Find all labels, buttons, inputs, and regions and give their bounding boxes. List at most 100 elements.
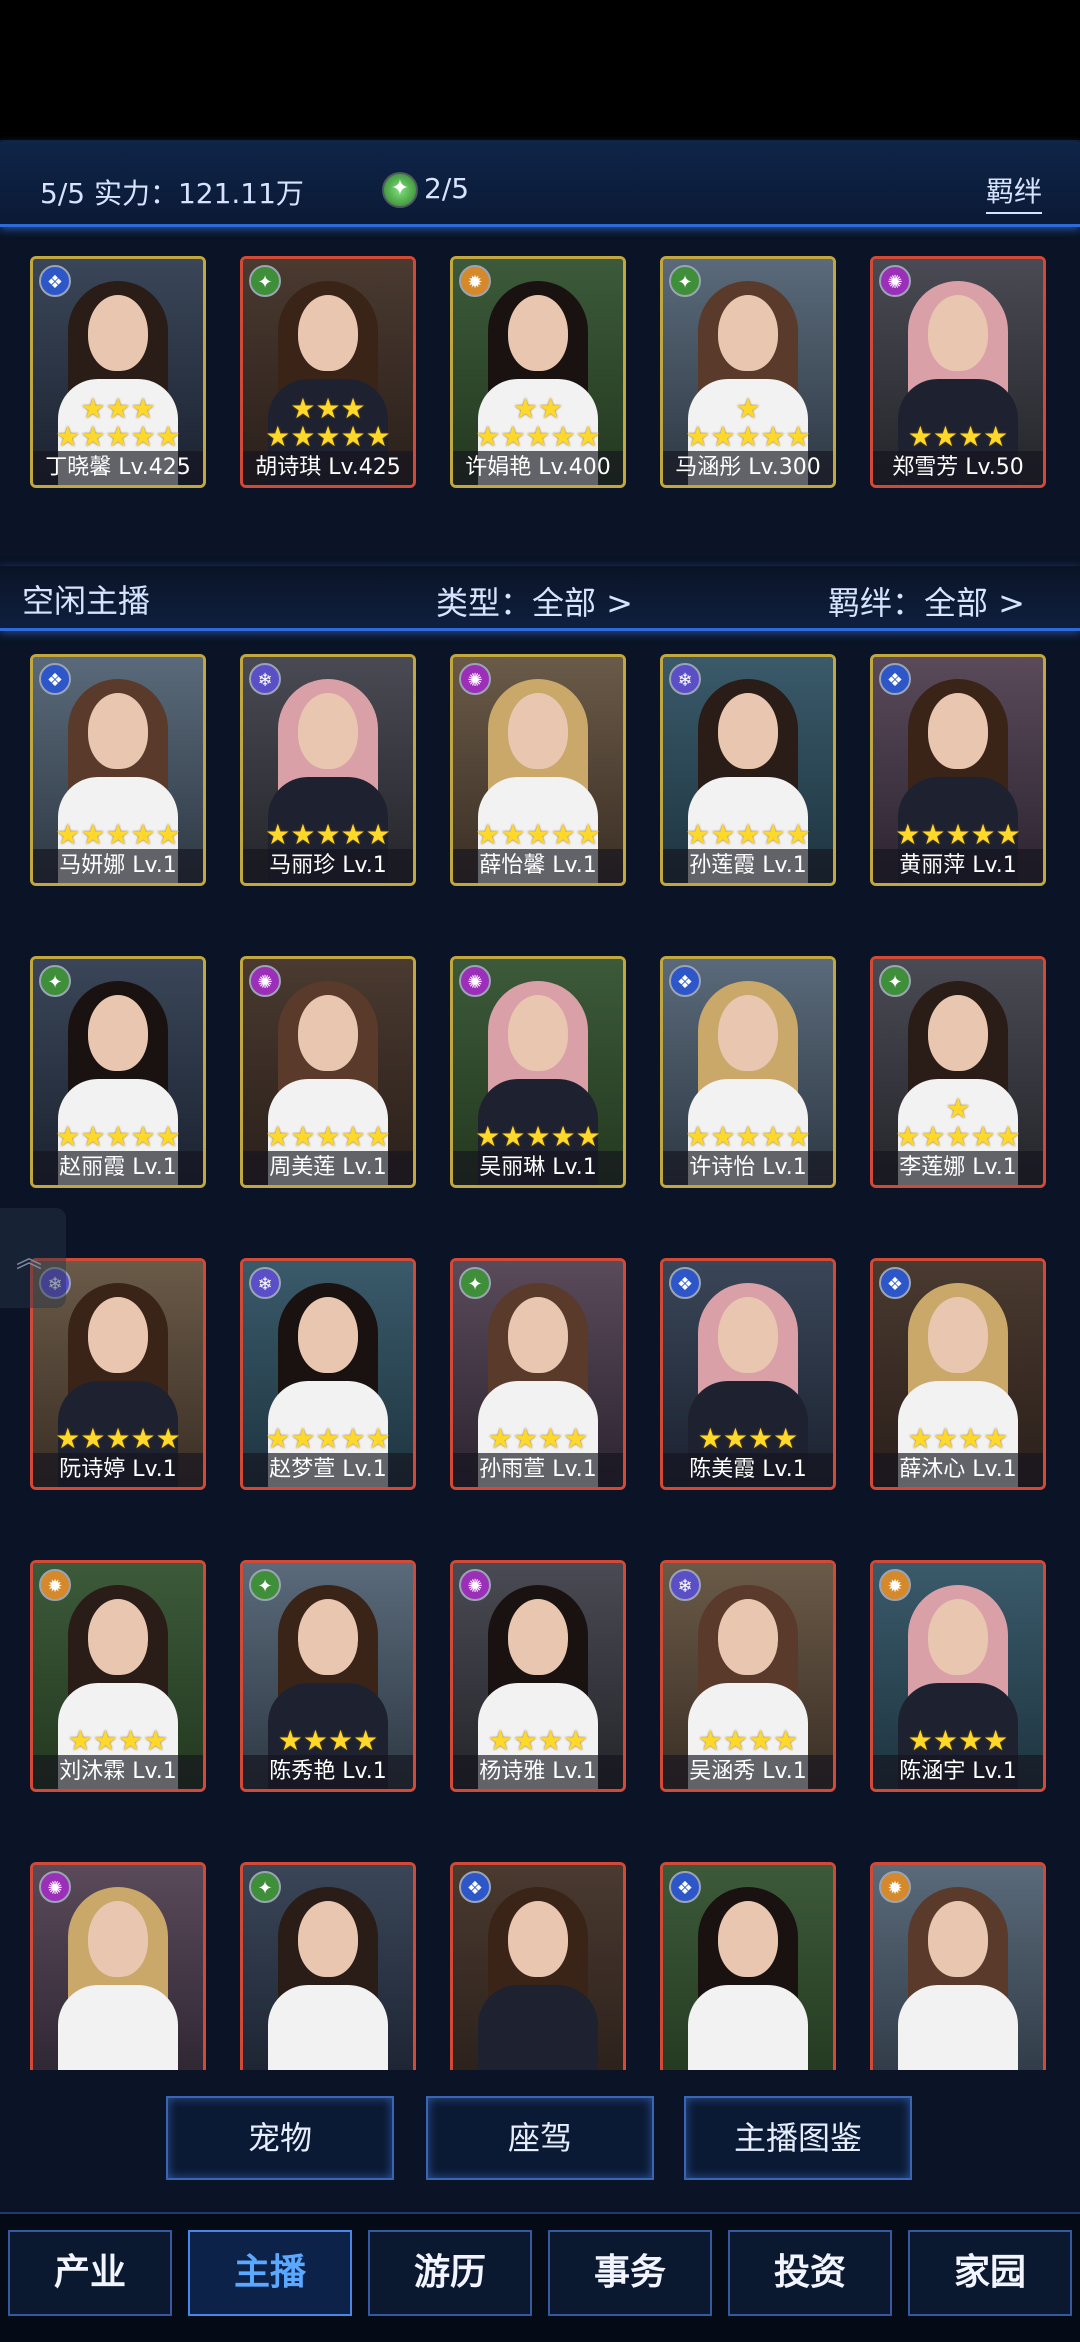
element-badge-icon: ✹	[879, 1871, 911, 1903]
idle-card[interactable]: ❄ ★★★★★ 孙莲霞 Lv.1	[660, 654, 836, 886]
idle-card[interactable]: ❖ ★★★★★ 马妍娜 Lv.1	[30, 654, 206, 886]
element-badge-icon: ❖	[39, 265, 71, 297]
star-rating: ★★★★★	[265, 1120, 391, 1153]
star-rating: ★ ★★★★★	[685, 392, 811, 453]
idle-card[interactable]: ✹ ★★★★ 陈涵宇 Lv.1	[870, 1560, 1046, 1792]
pet-button[interactable]: 宠物	[166, 2096, 394, 2180]
idle-card[interactable]: ❖ ★★★★ 陈美霞 Lv.1	[660, 1258, 836, 1490]
idle-card[interactable]: ❄ ★★★★★ 赵梦萱 Lv.1	[240, 1258, 416, 1490]
element-badge-icon: ❄	[249, 1267, 281, 1299]
team-card[interactable]: ✹ ★★ ★★★★★ 许娟艳 Lv.400	[450, 256, 626, 488]
team-card[interactable]: ✦ ★★★ ★★★★★ 胡诗琪 Lv.425	[240, 256, 416, 488]
star-rating: ★★★★	[277, 1724, 379, 1757]
element-badge-icon: ✦	[39, 965, 71, 997]
nav-affairs[interactable]: 事务	[548, 2230, 712, 2316]
bond-filter[interactable]: 羁绊：全部 >	[828, 578, 1025, 624]
star-rating: ★★★★	[67, 1724, 169, 1757]
streamer-name-level: 孙雨萱 Lv.1	[453, 1453, 623, 1487]
idle-card[interactable]: ✺	[30, 1862, 206, 2070]
element-badge-icon: ❖	[669, 1267, 701, 1299]
element-badge-icon: ✺	[39, 1871, 71, 1903]
element-badge-icon: ✺	[459, 663, 491, 695]
star-rating: ★★★★★	[55, 1422, 181, 1455]
idle-card[interactable]: ✦ ★ ★★★★★ 李莲娜 Lv.1	[870, 956, 1046, 1188]
streamer-name-level: 郑雪芳 Lv.50	[873, 451, 1043, 485]
element-badge-icon: ❖	[669, 1871, 701, 1903]
bond-button[interactable]: 羁绊	[986, 170, 1043, 214]
idle-card[interactable]: ✹ ★★★★ 刘沐霖 Lv.1	[30, 1560, 206, 1792]
chevron-up-icon: ︽	[16, 1244, 43, 1274]
idle-card[interactable]: ✺ ★★★★★ 周美莲 Lv.1	[240, 956, 416, 1188]
streamer-name-level: 吴涵秀 Lv.1	[663, 1755, 833, 1789]
star-rating: ★★★★★	[895, 818, 1021, 851]
type-filter[interactable]: 类型：全部 >	[436, 578, 633, 624]
streamer-name-level: 刘沐霖 Lv.1	[33, 1755, 203, 1789]
star-rating: ★ ★★★★★	[895, 1092, 1021, 1153]
team-card[interactable]: ❖ ★★★ ★★★★★ 丁晓馨 Lv.425	[30, 256, 206, 488]
streamer-name-level: 孙莲霞 Lv.1	[663, 849, 833, 883]
star-rating: ★★★★★	[475, 1120, 601, 1153]
idle-card[interactable]: ❄ ★★★★★ 马丽珍 Lv.1	[240, 654, 416, 886]
element-badge-icon: ❄	[249, 663, 281, 695]
team-card[interactable]: ✺ ★★★★ 郑雪芳 Lv.50	[870, 256, 1046, 488]
nav-industry[interactable]: 产业	[8, 2230, 172, 2316]
star-rating: ★★★★★	[265, 818, 391, 851]
idle-card[interactable]: ❄ ★★★★ 吴涵秀 Lv.1	[660, 1560, 836, 1792]
idle-card[interactable]: ❖ ★★★★★ 许诗怡 Lv.1	[660, 956, 836, 1188]
element-badge-icon: ❖	[879, 663, 911, 695]
element-badge-icon: ✦	[249, 1569, 281, 1601]
idle-streamer-grid: ❖ ★★★★★ 马妍娜 Lv.1 ❄ ★★★★★ 马丽珍 Lv.1 ✺ ★★★★★ 薛怡馨 Lv…	[0, 640, 1080, 2070]
idle-card[interactable]: ✦ ★★★★ 陈秀艳 Lv.1	[240, 1560, 416, 1792]
idle-card[interactable]: ❖	[450, 1862, 626, 2070]
element-badge-icon: ✺	[459, 1569, 491, 1601]
idle-card[interactable]: ✦	[240, 1862, 416, 2070]
team-card[interactable]: ✦ ★ ★★★★★ 马涵彤 Lv.300	[660, 256, 836, 488]
idle-card[interactable]: ✺ ★★★★★ 薛怡馨 Lv.1	[450, 654, 626, 886]
streamer-name-level: 李莲娜 Lv.1	[873, 1151, 1043, 1185]
nav-home[interactable]: 家园	[908, 2230, 1072, 2316]
streamer-name-level: 许诗怡 Lv.1	[663, 1151, 833, 1185]
streamer-name-level: 赵丽霞 Lv.1	[33, 1151, 203, 1185]
star-rating: ★★★★★	[685, 818, 811, 851]
element-badge-icon: ✦	[249, 265, 281, 297]
star-rating: ★★★★★	[685, 1120, 811, 1153]
idle-card[interactable]: ✦ ★★★★★ 赵丽霞 Lv.1	[30, 956, 206, 1188]
element-badge-icon: ❖	[879, 1267, 911, 1299]
idle-card[interactable]: ❖ ★★★★ 薛沐心 Lv.1	[870, 1258, 1046, 1490]
streamer-gallery-button[interactable]: 主播图鉴	[684, 2096, 912, 2180]
idle-card[interactable]: ✹	[870, 1862, 1046, 2070]
idle-card[interactable]: ✺ ★★★★ 杨诗雅 Lv.1	[450, 1560, 626, 1792]
element-badge-icon: ✦	[459, 1267, 491, 1299]
star-rating: ★★★★★	[475, 818, 601, 851]
vehicle-button[interactable]: 座驾	[426, 2096, 654, 2180]
nav-invest[interactable]: 投资	[728, 2230, 892, 2316]
idle-card[interactable]: ✦ ★★★★ 孙雨萱 Lv.1	[450, 1258, 626, 1490]
idle-card[interactable]: ❖	[660, 1862, 836, 2070]
idle-card[interactable]: ❖ ★★★★★ 黄丽萍 Lv.1	[870, 654, 1046, 886]
element-badge-icon: ✹	[459, 265, 491, 297]
side-handle[interactable]: ︽	[0, 1208, 66, 1308]
star-rating: ★★★★	[487, 1724, 589, 1757]
streamer-name-level: 吴丽琳 Lv.1	[453, 1151, 623, 1185]
star-rating: ★★★★	[697, 1422, 799, 1455]
streamer-name-level: 杨诗雅 Lv.1	[453, 1755, 623, 1789]
nav-travel[interactable]: 游历	[368, 2230, 532, 2316]
element-badge-icon: ✺	[249, 965, 281, 997]
streamer-name-level: 马妍娜 Lv.1	[33, 849, 203, 883]
streamer-name-level: 丁晓馨 Lv.425	[33, 451, 203, 485]
star-rating: ★★★★	[907, 1724, 1009, 1757]
element-badge-icon: ✦	[249, 1871, 281, 1903]
element-badge-icon: ✹	[879, 1569, 911, 1601]
idle-section-header: 空闲主播 类型：全部 > 羁绊：全部 >	[0, 566, 1080, 631]
star-rating: ★★★ ★★★★★	[55, 392, 181, 453]
streamer-name-level: 许娟艳 Lv.400	[453, 451, 623, 485]
idle-section-title: 空闲主播	[22, 582, 151, 620]
streamer-name-level: 阮诗婷 Lv.1	[33, 1453, 203, 1487]
star-rating: ★★★★★	[265, 1422, 391, 1455]
idle-card[interactable]: ✺ ★★★★★ 吴丽琳 Lv.1	[450, 956, 626, 1188]
streamer-name-level: 陈秀艳 Lv.1	[243, 1755, 413, 1789]
nav-streamer[interactable]: 主播	[188, 2230, 352, 2316]
streamer-name-level: 周美莲 Lv.1	[243, 1151, 413, 1185]
gem-count: 2/5	[424, 172, 470, 205]
streamer-name-level: 薛沐心 Lv.1	[873, 1453, 1043, 1487]
